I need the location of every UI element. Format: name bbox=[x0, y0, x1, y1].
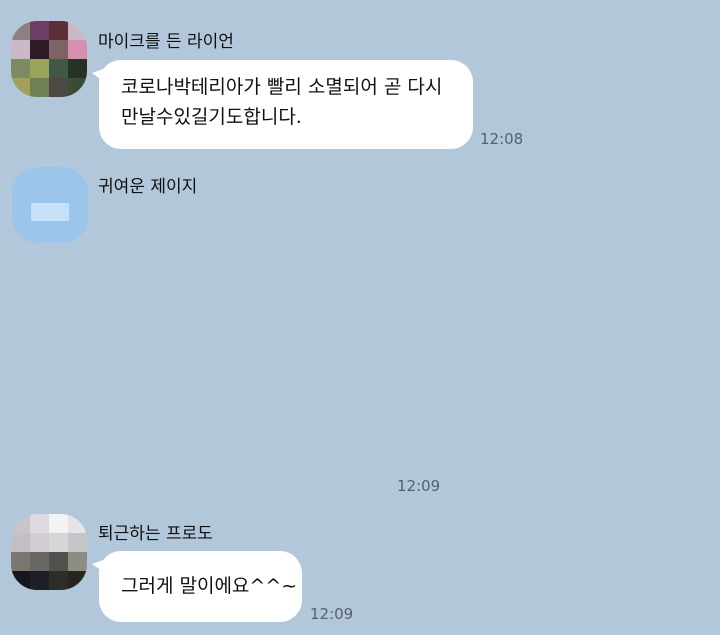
sender-name: 퇴근하는 프로도 bbox=[98, 524, 213, 544]
sender-avatar[interactable] bbox=[11, 21, 87, 97]
message-text-line: 만날수있길기도합니다. bbox=[121, 106, 302, 128]
message-text-line: 그러게 말이에요^^~ bbox=[121, 575, 298, 597]
sticker-placeholder-icon bbox=[31, 203, 69, 221]
message-timestamp: 12:09 bbox=[310, 605, 354, 623]
sender-name: 귀여운 제이지 bbox=[98, 177, 198, 197]
message-timestamp: 12:09 bbox=[397, 477, 441, 495]
sender-avatar[interactable] bbox=[12, 167, 88, 243]
sender-avatar[interactable] bbox=[11, 514, 87, 590]
message-timestamp: 12:08 bbox=[480, 130, 524, 148]
message-bubble[interactable]: 코로나박테리아가 빨리 소멸되어 곧 다시 만날수있길기도합니다. bbox=[92, 60, 473, 149]
message-bubble[interactable]: 그러게 말이에요^^~ bbox=[92, 551, 302, 622]
sender-name: 마이크를 든 라이언 bbox=[98, 32, 234, 52]
message-text-line: 코로나박테리아가 빨리 소멸되어 곧 다시 bbox=[121, 76, 443, 98]
